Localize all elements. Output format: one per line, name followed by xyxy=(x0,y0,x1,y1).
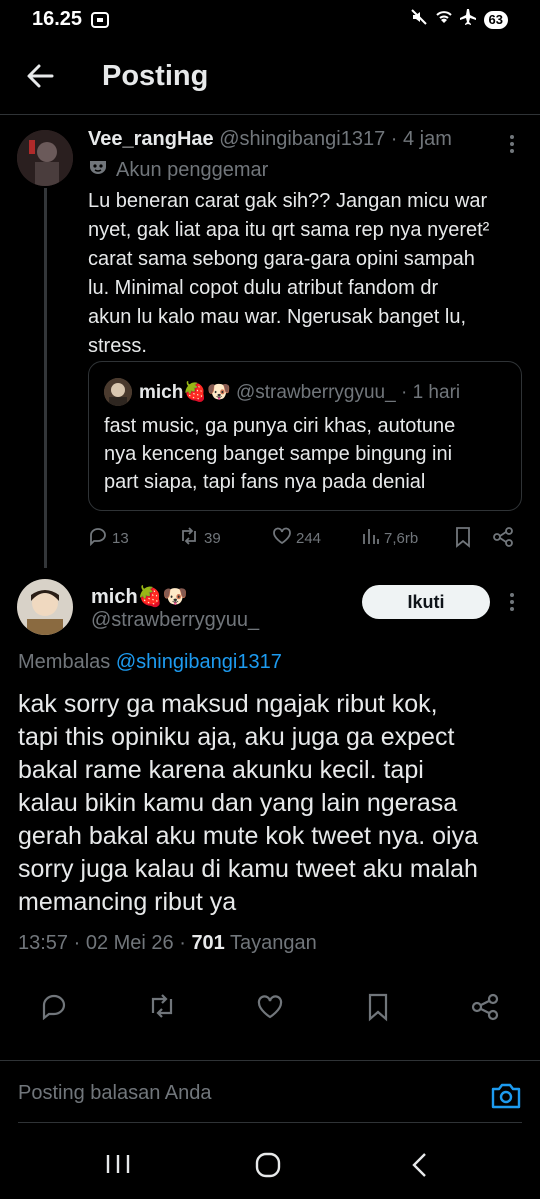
status-time: 16.25 xyxy=(32,8,83,30)
quote-time: · 1 hari xyxy=(400,382,461,403)
main-reply-icon[interactable] xyxy=(40,992,68,1025)
main-text-line: gerah bakal aku mute kok tweet nya. oiya xyxy=(18,822,478,850)
camera-icon[interactable] xyxy=(490,1081,522,1116)
quote-display-name: mich🍓🐶 xyxy=(139,382,231,403)
fan-account-label: Akun penggemar xyxy=(88,157,268,183)
reply-icon xyxy=(88,526,108,550)
parent-handle[interactable]: @shingibangi1317 xyxy=(219,128,385,150)
main-more-icon[interactable] xyxy=(500,590,524,619)
parent-bookmark-icon[interactable] xyxy=(453,526,473,553)
quote-text: fast music, ga punya ciri khas, autotune… xyxy=(104,412,455,496)
reply-count: 13 xyxy=(112,529,129,547)
main-bookmark-icon[interactable] xyxy=(366,992,390,1027)
parent-share-icon[interactable] xyxy=(492,526,514,553)
page-title: Posting xyxy=(102,60,209,92)
reply-underline xyxy=(18,1122,522,1123)
parent-text-line: carat sama sebong gara-gara opini sampah xyxy=(88,248,475,270)
wifi-icon xyxy=(434,9,454,30)
replying-prefix: Membalas xyxy=(18,651,111,673)
parent-text-line: lu. Minimal copot dulu atribut fandom dr xyxy=(88,277,439,299)
main-text: kak sorry ga maksud ngajak ribut kok, ta… xyxy=(18,688,478,919)
parent-text-line: nyet, gak liat apa itu qrt sama rep nya … xyxy=(88,219,490,241)
main-text-line: sorry juga kalau di kamu tweet aku malah xyxy=(18,855,478,883)
parent-text-line: Lu beneran carat gak sih?? Jangan micu w… xyxy=(88,190,488,212)
parent-text-line: stress. xyxy=(88,335,147,357)
parent-repost-button[interactable]: 39 xyxy=(178,526,221,550)
main-text-line: tapi this opiniku aja, aku juga ga expec… xyxy=(18,723,455,751)
quote-handle: @strawberrygyuu_ xyxy=(235,382,396,403)
parent-like-button[interactable]: 244 xyxy=(272,526,321,550)
main-display-name[interactable]: mich🍓🐶 xyxy=(91,584,187,609)
reply-input[interactable]: Posting balasan Anda xyxy=(18,1082,212,1105)
reply-bar-divider xyxy=(0,1060,540,1061)
main-timestamp: 13:57 · 02 Mei 26 · xyxy=(18,932,186,954)
parent-meta: Vee_rangHae @shingibangi1317 · 4 jam xyxy=(88,128,452,151)
follow-button[interactable]: Ikuti xyxy=(362,585,490,619)
main-views-label: Tayangan xyxy=(230,932,317,954)
main-text-line: bakal rame karena akunku kecil. tapi xyxy=(18,756,424,784)
like-count: 244 xyxy=(296,529,322,547)
main-share-icon[interactable] xyxy=(470,992,500,1027)
main-repost-icon[interactable] xyxy=(146,992,178,1025)
parent-reply-button[interactable]: 13 xyxy=(88,526,129,550)
mute-icon xyxy=(410,8,428,31)
main-avatar[interactable] xyxy=(17,579,73,635)
airplane-icon xyxy=(459,8,478,31)
main-text-line: memancing ribut ya xyxy=(18,888,237,916)
quote-avatar xyxy=(104,378,132,406)
main-timestamp-row: 13:57 · 02 Mei 26 · 701 Tayangan xyxy=(18,932,317,955)
thread-line xyxy=(44,188,47,568)
back-arrow-icon[interactable] xyxy=(22,58,58,94)
parent-avatar[interactable] xyxy=(17,130,73,186)
replying-to-handle[interactable]: @shingibangi1317 xyxy=(116,651,282,673)
replying-to: Membalas @shingibangi1317 xyxy=(18,651,282,674)
parent-text: Lu beneran carat gak sih?? Jangan micu w… xyxy=(88,187,489,361)
quote-text-line: part siapa, tapi fans nya pada denial xyxy=(104,471,426,493)
recent-apps-icon[interactable] xyxy=(104,1152,132,1181)
parent-time: · 4 jam xyxy=(390,128,452,150)
quote-text-line: nya kenceng banget sampe bingung ini xyxy=(104,443,453,465)
nav-back-icon[interactable] xyxy=(408,1151,432,1184)
fan-account-text: Akun penggemar xyxy=(116,158,269,181)
main-like-icon[interactable] xyxy=(256,993,284,1026)
repost-icon xyxy=(178,526,200,550)
quote-meta: mich🍓🐶 @strawberrygyuu_ · 1 hari xyxy=(139,380,460,404)
screenshot-icon xyxy=(90,10,110,35)
quote-text-line: fast music, ga punya ciri khas, autotune xyxy=(104,415,456,437)
views-icon xyxy=(362,526,380,550)
main-text-line: kak sorry ga maksud ngajak ribut kok, xyxy=(18,690,438,718)
parent-text-line: akun lu kalo mau war. Ngerusak banget lu… xyxy=(88,306,466,328)
mask-icon xyxy=(88,157,108,183)
header-divider xyxy=(0,114,540,115)
parent-more-icon[interactable] xyxy=(500,132,524,161)
parent-display-name[interactable]: Vee_rangHae xyxy=(88,128,214,150)
main-views-count: 701 xyxy=(191,932,225,954)
main-text-line: kalau bikin kamu dan yang lain ngerasa xyxy=(18,789,458,817)
parent-views-button[interactable]: 7,6rb xyxy=(362,526,418,550)
status-icons: 63 xyxy=(410,8,508,31)
views-count: 7,6rb xyxy=(384,529,419,547)
home-icon[interactable] xyxy=(254,1151,282,1184)
battery-badge: 63 xyxy=(483,10,508,29)
main-handle[interactable]: @strawberrygyuu_ xyxy=(91,609,259,632)
heart-icon xyxy=(272,526,292,550)
repost-count: 39 xyxy=(204,529,221,547)
